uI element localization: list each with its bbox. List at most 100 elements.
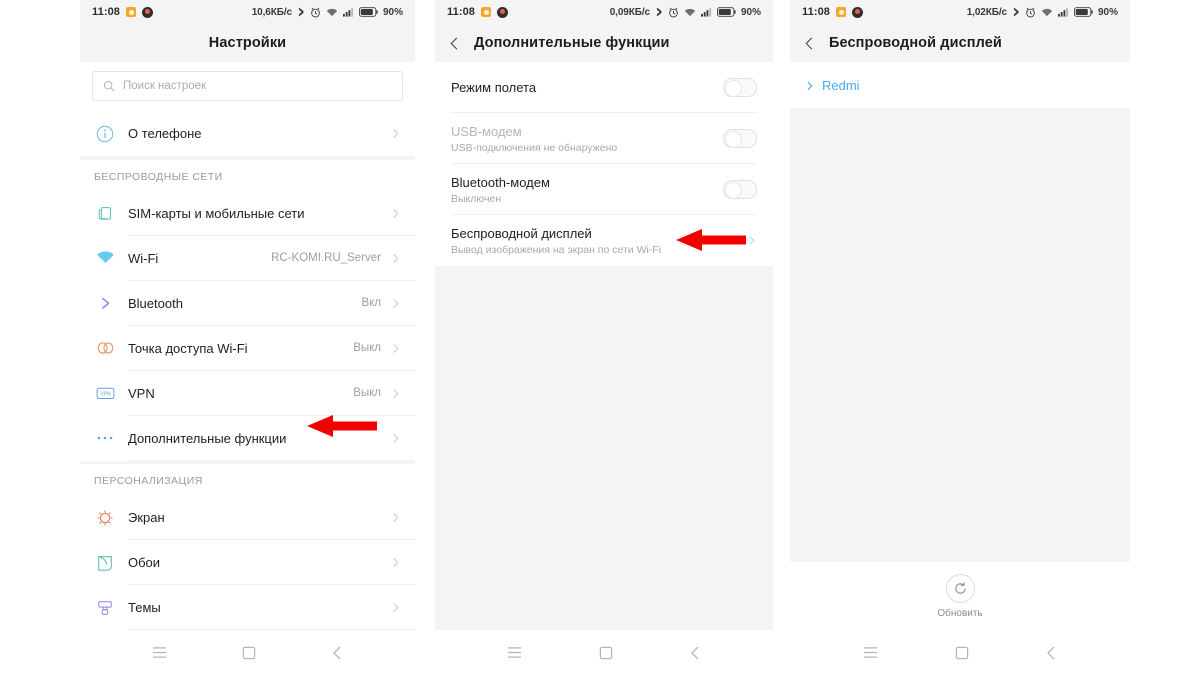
airplane-mode-toggle[interactable] bbox=[723, 78, 757, 97]
sidebar-item-about-phone[interactable]: О телефоне bbox=[80, 111, 415, 156]
sidebar-item-additional-settings[interactable]: Дополнительные функции bbox=[80, 415, 415, 461]
status-bar-right: 1,02КБ/c 90% bbox=[967, 6, 1118, 18]
row-label: О телефоне bbox=[128, 126, 202, 141]
mi-app-icon bbox=[481, 7, 492, 17]
additional-settings-screen: Режим полета USB-модем USB-подключения н… bbox=[435, 62, 773, 630]
refresh-label: Обновить bbox=[937, 607, 983, 619]
page-title: Настройки bbox=[208, 35, 287, 51]
alarm-icon bbox=[1026, 7, 1035, 17]
row-label: VPN bbox=[128, 385, 155, 401]
empty-area bbox=[435, 266, 773, 630]
sidebar-item-hotspot[interactable]: Точка доступа Wi-Fi Выкл bbox=[80, 325, 415, 371]
search-wrapper: Поиск настроек bbox=[80, 62, 415, 111]
battery-icon bbox=[716, 7, 736, 17]
chevron-right-icon bbox=[393, 343, 399, 353]
additional-settings-title-bar: Дополнительные функции bbox=[435, 24, 773, 62]
group-header-personalization: ПЕРСОНАЛИЗАЦИЯ bbox=[80, 464, 415, 495]
settings-group-about: О телефоне bbox=[80, 111, 415, 156]
chevron-right-icon bbox=[393, 129, 399, 138]
back-chevron-icon[interactable] bbox=[448, 37, 461, 50]
signal-icon bbox=[700, 8, 712, 17]
status-network-speed: 1,02КБ/c bbox=[966, 6, 1007, 18]
back-icon[interactable] bbox=[690, 646, 701, 660]
device-name: Redmi bbox=[822, 78, 860, 93]
sidebar-item-display[interactable]: Экран bbox=[80, 495, 415, 540]
sidebar-item-themes[interactable]: Темы bbox=[80, 585, 415, 630]
wifi-icon bbox=[684, 8, 696, 16]
sidebar-item-sim-cards[interactable]: SIM-карты и мобильные сети bbox=[80, 190, 415, 236]
mi-app-icon bbox=[836, 7, 847, 17]
chevron-right-icon bbox=[393, 433, 399, 443]
vpn-icon: VPN bbox=[94, 387, 116, 400]
battery-percent: 90% bbox=[382, 6, 403, 18]
status-bar: 11:08 10,6КБ/c 90% bbox=[80, 0, 415, 24]
row-text: Режим полета bbox=[451, 80, 536, 95]
row-text: Bluetooth-модем Выключен bbox=[451, 175, 550, 205]
row-label: Wi-Fi bbox=[128, 250, 159, 266]
status-bar-left: 11:08 bbox=[447, 6, 509, 18]
row-bluetooth-tethering[interactable]: Bluetooth-модем Выключен bbox=[435, 164, 773, 215]
toggle-knob bbox=[725, 182, 742, 199]
row-title: Bluetooth-модем bbox=[451, 174, 550, 190]
search-icon bbox=[103, 80, 115, 92]
home-icon[interactable] bbox=[242, 646, 256, 660]
back-icon[interactable] bbox=[1046, 646, 1057, 660]
row-airplane-mode[interactable]: Режим полета bbox=[435, 62, 773, 113]
status-network-speed: 0,09КБ/c bbox=[609, 6, 650, 18]
row-label: Темы bbox=[128, 600, 161, 615]
search-placeholder: Поиск настроек bbox=[123, 80, 207, 92]
home-icon[interactable] bbox=[599, 646, 613, 660]
row-title: Беспроводной дисплей bbox=[451, 225, 592, 241]
search-input[interactable]: Поиск настроек bbox=[92, 71, 403, 101]
status-time: 11:08 bbox=[92, 6, 121, 18]
sidebar-item-wallpaper[interactable]: Обои bbox=[80, 540, 415, 585]
row-label: Дополнительные функции bbox=[128, 430, 287, 446]
mi-app-icon bbox=[126, 7, 137, 17]
row-value: Выкл bbox=[353, 387, 381, 399]
wireless-display-title-bar: Беспроводной дисплей bbox=[790, 24, 1130, 62]
row-value: Вкл bbox=[361, 297, 381, 309]
refresh-button[interactable]: Обновить bbox=[790, 562, 1130, 630]
menu-icon[interactable] bbox=[863, 646, 878, 659]
status-bar: 11:08 1,02КБ/c 90% bbox=[790, 0, 1130, 24]
toggle-knob bbox=[725, 80, 742, 97]
device-list-item[interactable]: Redmi bbox=[790, 62, 1130, 108]
row-label: SIM-карты и мобильные сети bbox=[128, 205, 305, 221]
usb-tethering-toggle[interactable] bbox=[723, 129, 757, 148]
status-bar-right: 0,09КБ/c 90% bbox=[610, 6, 761, 18]
status-bar-left: 11:08 bbox=[802, 6, 864, 18]
chevron-right-icon bbox=[393, 513, 399, 522]
row-wireless-display[interactable]: Беспроводной дисплей Вывод изображения н… bbox=[435, 215, 773, 266]
page-title: Беспроводной дисплей bbox=[829, 35, 1002, 51]
back-chevron-icon[interactable] bbox=[803, 37, 816, 50]
bluetooth-tethering-toggle[interactable] bbox=[723, 180, 757, 199]
sidebar-item-bluetooth[interactable]: Bluetooth Вкл bbox=[80, 280, 415, 326]
row-subtitle: Вывод изображения на экран по сети Wi-Fi bbox=[451, 243, 662, 256]
menu-icon[interactable] bbox=[152, 646, 167, 659]
bluetooth-icon bbox=[1013, 7, 1019, 17]
status-time: 11:08 bbox=[447, 6, 476, 18]
status-bar-left: 11:08 bbox=[92, 6, 154, 18]
chevron-right-icon bbox=[393, 208, 399, 218]
battery-percent: 90% bbox=[740, 6, 761, 18]
sidebar-item-wifi[interactable]: Wi-Fi RC-KOMI.RU_Server bbox=[80, 235, 415, 281]
alarm-icon bbox=[669, 7, 678, 17]
home-icon[interactable] bbox=[955, 646, 969, 660]
row-usb-tethering[interactable]: USB-модем USB-подключения не обнаружено bbox=[435, 113, 773, 164]
row-label: Обои bbox=[128, 555, 161, 570]
settings-group-wireless: БЕСПРОВОДНЫЕ СЕТИ SIM-карты и мобильные … bbox=[80, 159, 415, 461]
sidebar-item-vpn[interactable]: VPN VPN Выкл bbox=[80, 370, 415, 416]
wifi-icon bbox=[326, 8, 338, 16]
info-circle-icon bbox=[94, 125, 116, 143]
back-icon[interactable] bbox=[332, 646, 343, 660]
chevron-right-icon bbox=[393, 388, 399, 398]
status-bar: 11:08 0,09КБ/c 90% bbox=[435, 0, 773, 24]
menu-icon[interactable] bbox=[507, 646, 522, 659]
signal-icon bbox=[342, 8, 354, 17]
phone-panel-wireless-display: 11:08 1,02КБ/c 90% Беспроводной дисплей … bbox=[790, 0, 1130, 675]
wifi-icon bbox=[94, 250, 116, 266]
system-nav-bar bbox=[80, 630, 415, 675]
battery-icon bbox=[1073, 7, 1093, 17]
chevron-right-icon bbox=[807, 81, 813, 90]
wallpaper-icon bbox=[94, 554, 116, 572]
